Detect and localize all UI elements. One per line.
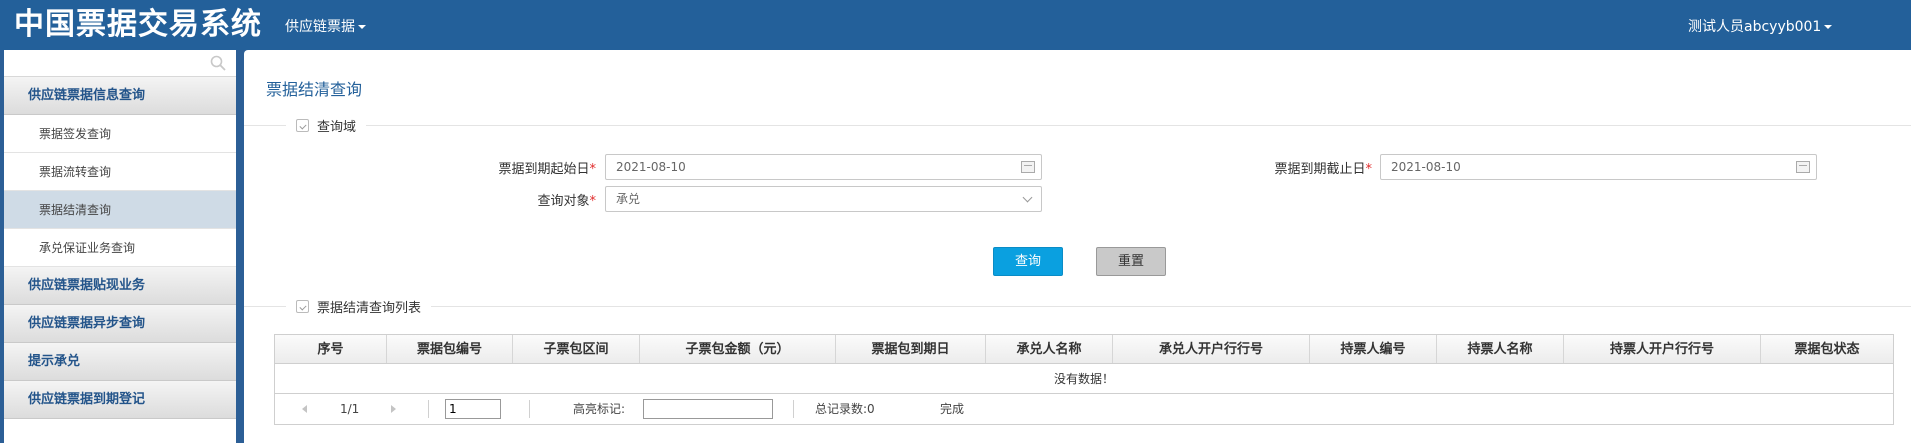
column-header[interactable]: 持票人编号 [1310, 335, 1437, 363]
collapse-checkbox-icon[interactable] [296, 300, 309, 313]
sidebar-item-issue-query[interactable]: 票据签发查询 [4, 115, 236, 153]
pager-divider [428, 400, 429, 418]
query-section-title: 查询域 [317, 120, 357, 135]
end-date-value: 2021-08-10 [1391, 160, 1461, 174]
sidebar-item-transfer-query[interactable]: 票据流转查询 [4, 153, 236, 191]
required-mark: * [589, 162, 597, 177]
target-value: 承兑 [616, 192, 641, 206]
start-date-value: 2021-08-10 [616, 160, 686, 174]
column-header[interactable]: 承兑人名称 [986, 335, 1113, 363]
user-menu-dropdown[interactable]: 测试人员abcyyb001 [1688, 16, 1833, 36]
required-mark: * [1365, 162, 1373, 177]
column-header[interactable]: 票据包到期日 [836, 335, 986, 363]
table-header: 序号 票据包编号 子票包区间 子票包金额（元） 票据包到期日 承兑人名称 承兑人… [275, 335, 1893, 364]
load-status: 完成 [940, 402, 965, 416]
start-date-label: 票据到期起始日* [434, 158, 596, 177]
chevron-down-icon [1022, 192, 1033, 203]
column-header[interactable]: 子票包区间 [513, 335, 640, 363]
sidebar-item-guarantee-query[interactable]: 承兑保证业务查询 [4, 229, 236, 267]
target-label: 查询对象* [434, 190, 596, 209]
sidebar-group-discount[interactable]: 供应链票据贴现业务 [4, 267, 236, 305]
calendar-icon[interactable] [1796, 161, 1810, 173]
sidebar-group-maturity-register[interactable]: 供应链票据到期登记 [4, 381, 236, 419]
app-title: 中国票据交易系统 [14, 7, 262, 42]
main-panel: 票据结清查询 查询域 票据到期起始日* 2021-08-10 票据到期截止日* … [244, 50, 1911, 443]
next-page-icon[interactable] [391, 405, 396, 413]
column-header[interactable]: 子票包金额（元） [640, 335, 836, 363]
empty-message: 没有数据！ [275, 364, 1893, 394]
page-info: 1/1 [340, 402, 360, 416]
top-header: 中国票据交易系统 供应链票据 测试人员abcyyb001 [0, 0, 1911, 50]
end-date-label: 票据到期截止日* [1212, 158, 1372, 177]
end-date-input[interactable]: 2021-08-10 [1380, 154, 1817, 180]
table-pager: 1/1 高亮标记: 总记录数:0 完成 [275, 394, 1893, 424]
target-select[interactable]: 承兑 [605, 186, 1042, 212]
column-header[interactable]: 持票人开户行行号 [1564, 335, 1761, 363]
end-date-label-text: 票据到期截止日 [1274, 162, 1366, 177]
collapse-checkbox-icon[interactable] [296, 119, 309, 132]
list-section-legend[interactable]: 票据结清查询列表 [286, 297, 432, 316]
supply-chain-menu-dropdown[interactable]: 供应链票据 [285, 16, 366, 36]
prev-page-icon[interactable] [302, 405, 307, 413]
reset-button[interactable]: 重置 [1096, 247, 1166, 276]
calendar-icon[interactable] [1021, 161, 1035, 173]
column-header[interactable]: 票据包状态 [1761, 335, 1893, 363]
start-date-input[interactable]: 2021-08-10 [605, 154, 1042, 180]
page-title: 票据结清查询 [266, 80, 363, 99]
sidebar-item-settlement-query[interactable]: 票据结清查询 [4, 191, 236, 229]
sidebar-group-async-query[interactable]: 供应链票据异步查询 [4, 305, 236, 343]
required-mark: * [589, 194, 597, 209]
column-header[interactable]: 序号 [275, 335, 387, 363]
caret-down-icon [1824, 25, 1833, 29]
query-button[interactable]: 查询 [993, 247, 1063, 276]
column-header[interactable]: 持票人名称 [1437, 335, 1564, 363]
supply-chain-menu-label: 供应链票据 [285, 19, 355, 35]
pager-divider [529, 400, 530, 418]
column-header[interactable]: 票据包编号 [387, 335, 513, 363]
query-section-legend[interactable]: 查询域 [286, 116, 367, 135]
pager-divider [793, 400, 794, 418]
sidebar-search-input[interactable] [6, 52, 234, 74]
start-date-label-text: 票据到期起始日 [498, 162, 590, 177]
sidebar-search [4, 50, 236, 77]
highlight-label: 高亮标记: [573, 402, 626, 416]
search-icon[interactable] [210, 55, 226, 71]
sidebar-group-info-query[interactable]: 供应链票据信息查询 [4, 77, 236, 115]
column-header[interactable]: 承兑人开户行行号 [1113, 335, 1310, 363]
sidebar-group-acceptance-prompt[interactable]: 提示承兑 [4, 343, 236, 381]
result-table: 序号 票据包编号 子票包区间 子票包金额（元） 票据包到期日 承兑人名称 承兑人… [274, 334, 1894, 425]
caret-down-icon [358, 25, 366, 29]
page-number-input[interactable] [445, 399, 501, 419]
section-divider [244, 125, 1911, 126]
sidebar: 供应链票据信息查询 票据签发查询 票据流转查询 票据结清查询 承兑保证业务查询 … [4, 50, 240, 443]
section-divider [244, 306, 1911, 307]
highlight-input[interactable] [643, 399, 773, 419]
total-records: 总记录数:0 [815, 402, 875, 416]
target-label-text: 查询对象 [537, 194, 590, 209]
user-name-label: 测试人员abcyyb001 [1688, 19, 1822, 35]
list-section-title: 票据结清查询列表 [317, 301, 422, 316]
